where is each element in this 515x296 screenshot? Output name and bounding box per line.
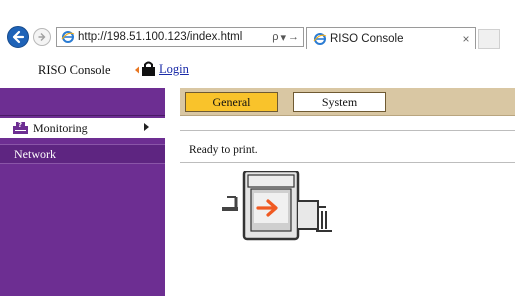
close-tab-icon[interactable]: × [457,32,475,46]
ie-page-icon [313,32,327,45]
login-area[interactable]: Login [134,61,189,77]
printer-status-icon [222,171,332,241]
divider [180,130,515,131]
browser-chrome: http://198.51.100.123/index.html ρ ▾ → R… [0,0,515,54]
sidebar-item-monitoring[interactable]: ? Monitoring [0,118,165,138]
sidebar-item-label: Monitoring [33,120,88,135]
search-icon[interactable]: ρ [272,31,278,43]
svg-text:?: ? [18,121,22,129]
new-tab-button[interactable] [478,29,500,49]
tab-general[interactable]: General [185,92,278,112]
browser-tab[interactable]: RISO Console × [306,27,476,49]
forward-arrow-icon [38,33,46,41]
address-url[interactable]: http://198.51.100.123/index.html [78,31,272,43]
back-button[interactable] [7,26,29,48]
address-bar[interactable]: http://198.51.100.123/index.html ρ ▾ → [56,27,304,47]
console-header: RISO Console Login [0,54,515,88]
back-arrow-icon [12,30,25,44]
console-title: RISO Console [38,63,111,77]
forward-button[interactable] [33,28,51,46]
refresh-icon[interactable]: → [288,31,299,43]
address-dropdown-icon[interactable]: ▾ [280,31,286,44]
sidebar-item-network[interactable]: Network [0,144,165,164]
sidebar: ? Monitoring Network [0,88,165,296]
sidebar-item-label: Network [14,146,56,161]
lock-icon [135,61,155,76]
tab-system[interactable]: System [293,92,386,112]
tab-title: RISO Console [330,32,404,45]
printer-question-icon: ? [13,121,28,134]
printer-status-text: Ready to print. [189,144,258,156]
sidebar-top-band [0,88,165,116]
tab-bar: General System [180,88,515,116]
login-link[interactable]: Login [159,62,189,77]
main-content: General System Ready to print. [165,88,515,296]
ie-page-icon [61,31,75,43]
expand-arrow-icon [144,123,149,131]
divider [180,162,515,163]
